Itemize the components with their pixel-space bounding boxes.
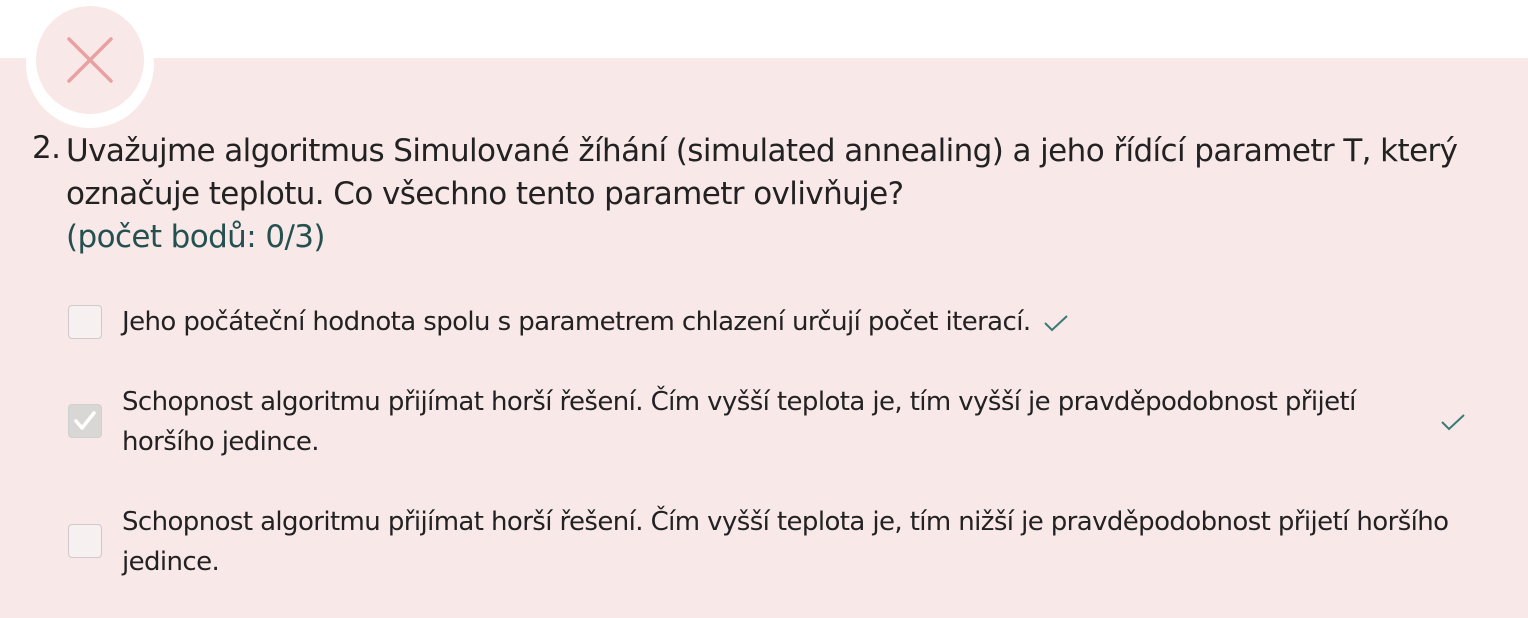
question-number: 2. [32,130,61,166]
question-prompt: Uvažujme algoritmus Simulované žíhání (s… [66,133,1458,212]
close-icon [67,37,113,83]
option-label: Schopnost algoritmu přijímat horší řešen… [122,507,1449,577]
option-label: Schopnost algoritmu přijímat horší řešen… [122,387,1356,457]
question-score: (počet bodů: 0/3) [66,219,326,255]
correct-check-icon [1441,414,1465,431]
option-label: Jeho počáteční hodnota spolu s parametre… [122,307,1031,337]
question-text: Uvažujme algoritmus Simulované žíhání (s… [66,130,1466,259]
option-checkbox[interactable] [68,305,102,339]
option-checkbox[interactable] [68,404,102,438]
correct-check-icon [1044,315,1068,332]
checkmark-icon [74,411,96,430]
status-badge [36,6,144,114]
option-checkbox[interactable] [68,524,102,558]
